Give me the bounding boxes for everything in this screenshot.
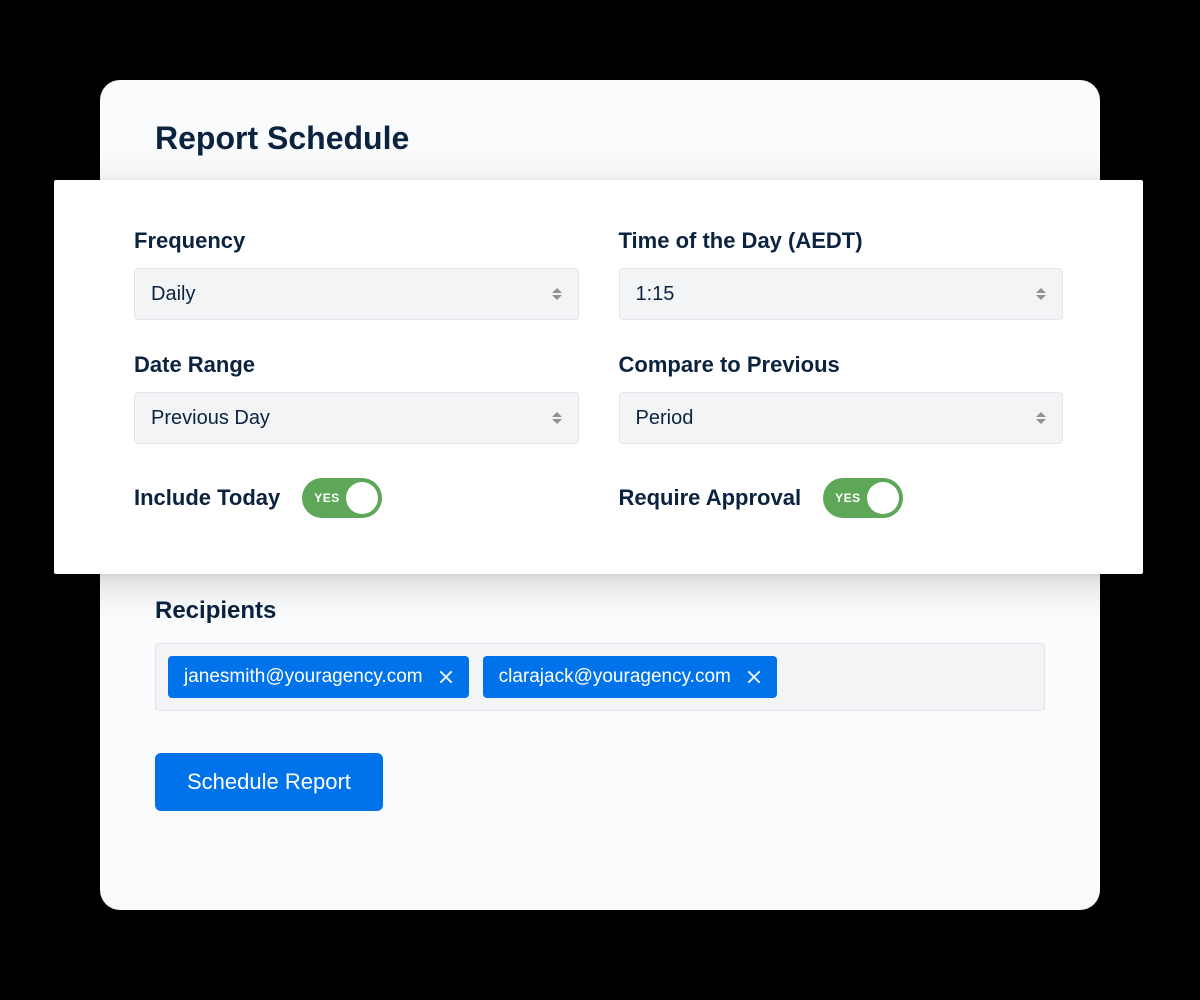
include-today-row: Include Today YES [134, 478, 579, 518]
remove-recipient-icon[interactable] [437, 668, 455, 686]
frequency-value: Daily [151, 283, 195, 306]
require-approval-toggle[interactable]: YES [823, 478, 903, 518]
date-range-value: Previous Day [151, 407, 270, 430]
toggle-state: YES [314, 491, 340, 505]
recipients-input[interactable]: janesmith@youragency.com clarajack@youra… [155, 643, 1045, 711]
time-label: Time of the Day (AEDT) [619, 228, 1064, 254]
time-field: Time of the Day (AEDT) 1:15 [619, 228, 1064, 320]
toggle-knob [346, 482, 378, 514]
require-approval-row: Require Approval YES [619, 478, 1064, 518]
recipient-chip: clarajack@youragency.com [483, 656, 777, 698]
select-caret-icon [552, 412, 562, 424]
include-today-toggle[interactable]: YES [302, 478, 382, 518]
page-title: Report Schedule [155, 120, 1045, 157]
recipient-chip: janesmith@youragency.com [168, 656, 469, 698]
schedule-settings-panel: Frequency Daily Time of the Day (AEDT) 1… [54, 180, 1143, 574]
toggle-knob [867, 482, 899, 514]
frequency-field: Frequency Daily [134, 228, 579, 320]
select-caret-icon [552, 288, 562, 300]
remove-recipient-icon[interactable] [745, 668, 763, 686]
time-value: 1:15 [636, 283, 675, 306]
toggle-state: YES [835, 491, 861, 505]
date-range-label: Date Range [134, 352, 579, 378]
time-select[interactable]: 1:15 [619, 268, 1064, 320]
frequency-select[interactable]: Daily [134, 268, 579, 320]
recipient-email: janesmith@youragency.com [184, 666, 423, 688]
recipients-label: Recipients [155, 597, 1045, 625]
select-caret-icon [1036, 412, 1046, 424]
date-range-field: Date Range Previous Day [134, 352, 579, 444]
compare-to-select[interactable]: Period [619, 392, 1064, 444]
compare-to-label: Compare to Previous [619, 352, 1064, 378]
date-range-select[interactable]: Previous Day [134, 392, 579, 444]
compare-to-field: Compare to Previous Period [619, 352, 1064, 444]
require-approval-label: Require Approval [619, 485, 802, 511]
select-caret-icon [1036, 288, 1046, 300]
recipient-email: clarajack@youragency.com [499, 666, 731, 688]
schedule-report-button[interactable]: Schedule Report [155, 753, 383, 811]
frequency-label: Frequency [134, 228, 579, 254]
compare-to-value: Period [636, 407, 694, 430]
recipients-section: Recipients janesmith@youragency.com clar… [155, 597, 1045, 711]
include-today-label: Include Today [134, 485, 280, 511]
submit-row: Schedule Report [155, 753, 1045, 811]
